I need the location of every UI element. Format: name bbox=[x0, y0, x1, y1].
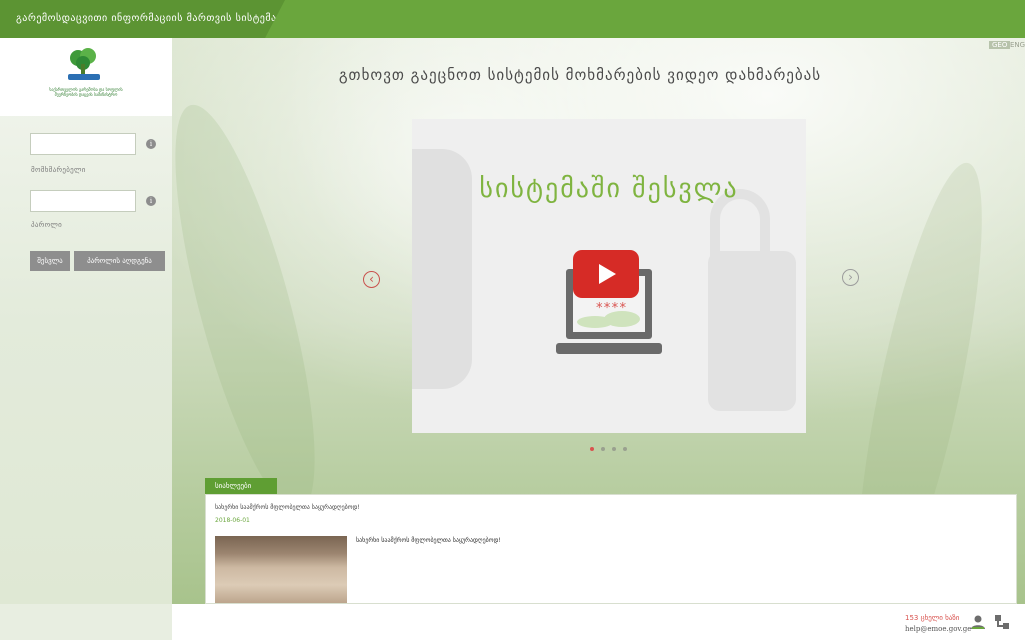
news-panel: სახერხი საამქროს მფლობელთა საყურადღებოდ!… bbox=[205, 494, 1017, 604]
tab-news[interactable]: სიახლეები bbox=[205, 478, 277, 495]
chevron-right-icon[interactable]: › bbox=[842, 269, 859, 286]
slider-dot[interactable] bbox=[601, 447, 605, 451]
logo[interactable]: საქართველოს გარემოსა და სოფლის მეურნეობი… bbox=[0, 38, 172, 116]
login-button[interactable]: შესვლა bbox=[30, 251, 70, 271]
background-leaf bbox=[147, 93, 343, 523]
app-title: გარემოსდაცვითი ინფორმაციის მართვის სისტე… bbox=[0, 0, 285, 38]
password-mask-text: **** bbox=[595, 301, 626, 316]
chevron-left-icon[interactable]: ‹ bbox=[363, 271, 380, 288]
password-label: პაროლი bbox=[31, 221, 63, 229]
username-input[interactable] bbox=[30, 133, 136, 155]
news-item-description: სახერხი საამქროს მფლობელთა საყურადღებოდ! bbox=[356, 537, 501, 544]
password-input[interactable] bbox=[30, 190, 136, 212]
tree-logo-icon bbox=[68, 48, 100, 80]
play-icon[interactable] bbox=[573, 250, 639, 298]
sidebar: საქართველოს გარემოსა და სოფლის მეურნეობი… bbox=[0, 38, 172, 604]
slider-dot[interactable] bbox=[612, 447, 616, 451]
hotline-text: 153 ცხელი ხაზი bbox=[905, 614, 960, 622]
news-item-date: 2018-06-01 bbox=[215, 517, 250, 524]
header-bar: გარემოსდაცვითი ინფორმაციის მართვის სისტე… bbox=[0, 0, 1025, 38]
recover-password-button[interactable]: პაროლის აღდგენა bbox=[74, 251, 165, 271]
slide-title: სისტემაში შესვლა bbox=[479, 174, 739, 204]
slider-dot[interactable] bbox=[623, 447, 627, 451]
info-icon[interactable]: i bbox=[146, 139, 156, 149]
lang-eng[interactable]: ENG bbox=[1010, 41, 1025, 49]
footer bbox=[0, 604, 1025, 640]
slider-dot[interactable] bbox=[590, 447, 594, 451]
video-slide[interactable]: სისტემაში შესვლა **** bbox=[412, 119, 806, 433]
network-icon[interactable] bbox=[994, 614, 1010, 630]
slider-pagination bbox=[590, 447, 627, 451]
support-email[interactable]: help@emoe.gov.ge bbox=[905, 625, 971, 633]
lang-geo[interactable]: GEO bbox=[989, 41, 1011, 49]
page-headline: გთხოვთ გაეცნოთ სისტემის მოხმარების ვიდეო… bbox=[338, 66, 822, 84]
username-label: მომხმარებელი bbox=[31, 166, 86, 174]
footer-strip bbox=[0, 604, 172, 640]
news-item-image[interactable] bbox=[215, 536, 347, 603]
person-icon[interactable] bbox=[970, 614, 986, 630]
lock-body-shape bbox=[708, 251, 796, 411]
news-item-title[interactable]: სახერხი საამქროს მფლობელთა საყურადღებოდ! bbox=[215, 504, 360, 511]
logo-org-text: საქართველოს გარემოსა და სოფლის მეურნეობი… bbox=[49, 87, 123, 97]
info-icon[interactable]: i bbox=[146, 196, 156, 206]
